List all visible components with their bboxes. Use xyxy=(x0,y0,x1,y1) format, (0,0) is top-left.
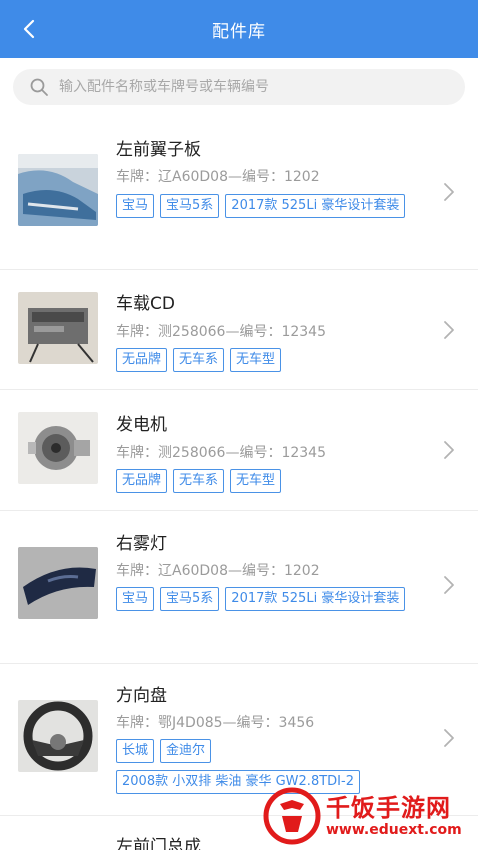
chevron-right-icon xyxy=(444,183,454,201)
chevron-right-icon xyxy=(444,441,454,459)
list-item[interactable]: 左前翼子板 车牌：辽A60D08—编号：1202 宝马 宝马5系 2017款 5… xyxy=(0,118,478,270)
series-tag: 无车系 xyxy=(173,469,225,493)
part-name: 左前门总成 xyxy=(116,837,201,850)
series-tag: 金迪尔 xyxy=(160,739,212,763)
brand-tag: 无品牌 xyxy=(116,348,168,372)
search-box[interactable] xyxy=(13,69,465,105)
model-tag: 2017款 525Li 豪华设计套装 xyxy=(225,194,406,218)
brand-tag: 宝马 xyxy=(116,194,155,218)
part-thumbnail xyxy=(18,700,98,772)
app-header: 配件库 xyxy=(0,0,478,58)
part-meta: 车牌：测258066—编号：12345 xyxy=(116,324,326,340)
series-tag: 宝马5系 xyxy=(160,194,220,218)
tag-group: 无品牌 无车系 无车型 xyxy=(116,469,446,500)
chevron-right-icon xyxy=(444,729,454,747)
part-thumbnail xyxy=(18,292,98,364)
part-meta: 车牌：测258066—编号：12345 xyxy=(116,445,326,461)
tag-group: 宝马 宝马5系 2017款 525Li 豪华设计套装 xyxy=(116,587,446,618)
list-item[interactable]: 车载CD 车牌：测258066—编号：12345 无品牌 无车系 无车型 xyxy=(0,270,478,390)
list-item[interactable]: 发电机 车牌：测258066—编号：12345 无品牌 无车系 无车型 xyxy=(0,390,478,511)
watermark: 千饭手游网 www.eduext.com xyxy=(262,786,472,846)
watermark-url: www.eduext.com xyxy=(326,822,462,838)
list-item[interactable]: 右雾灯 车牌：辽A60D08—编号：1202 宝马 宝马5系 2017款 525… xyxy=(0,511,478,664)
series-tag: 无车系 xyxy=(173,348,225,372)
part-thumbnail xyxy=(18,412,98,484)
part-thumbnail xyxy=(18,154,98,226)
tag-group: 宝马 宝马5系 2017款 525Li 豪华设计套装 xyxy=(116,194,446,225)
part-name: 右雾灯 xyxy=(116,534,167,554)
brand-tag: 无品牌 xyxy=(116,469,168,493)
brand-tag: 宝马 xyxy=(116,587,155,611)
part-name: 方向盘 xyxy=(116,686,167,706)
part-meta: 车牌：辽A60D08—编号：1202 xyxy=(116,169,320,185)
part-meta: 车牌：辽A60D08—编号：1202 xyxy=(116,563,320,579)
model-tag: 无车型 xyxy=(230,469,282,493)
part-meta: 车牌：鄂J4D085—编号：3456 xyxy=(116,715,315,731)
watermark-text: 千饭手游网 xyxy=(326,794,451,822)
chevron-left-icon xyxy=(23,19,35,39)
brand-tag: 长城 xyxy=(116,739,155,763)
search-bar-container xyxy=(0,58,478,118)
model-tag: 2017款 525Li 豪华设计套装 xyxy=(225,587,406,611)
part-name: 左前翼子板 xyxy=(116,140,201,160)
search-icon xyxy=(30,78,48,96)
model-tag: 无车型 xyxy=(230,348,282,372)
series-tag: 宝马5系 xyxy=(160,587,220,611)
page-title: 配件库 xyxy=(212,21,266,42)
parts-list: 左前翼子板 车牌：辽A60D08—编号：1202 宝马 宝马5系 2017款 5… xyxy=(0,118,478,850)
back-button[interactable] xyxy=(14,14,44,44)
watermark-logo-icon xyxy=(263,787,321,845)
chevron-right-icon xyxy=(444,576,454,594)
chevron-right-icon xyxy=(444,321,454,339)
part-thumbnail xyxy=(18,547,98,619)
part-name: 车载CD xyxy=(116,294,175,314)
part-name: 发电机 xyxy=(116,415,167,435)
search-input[interactable] xyxy=(59,79,439,95)
tag-group: 无品牌 无车系 无车型 xyxy=(116,348,446,379)
